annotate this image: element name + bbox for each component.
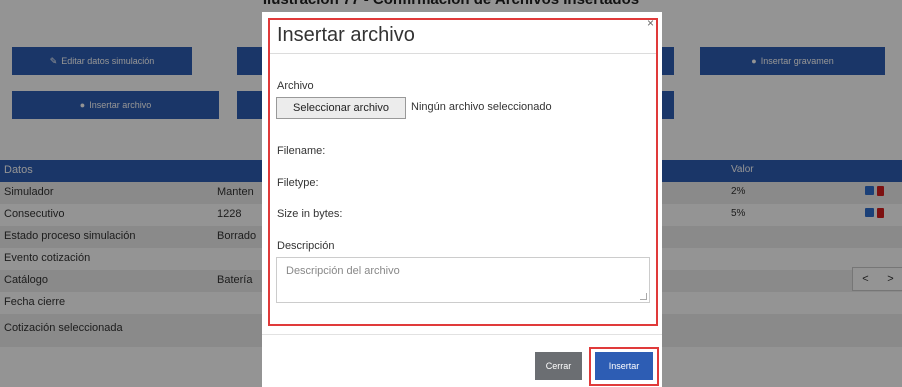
description-label: Descripción: [277, 240, 335, 252]
filetype-label: Filetype:: [277, 177, 319, 189]
file-label: Archivo: [277, 80, 314, 92]
description-placeholder: Descripción del archivo: [286, 265, 400, 277]
divider: [262, 334, 662, 335]
filename-label: Filename:: [277, 145, 326, 157]
description-textarea[interactable]: Descripción del archivo: [276, 257, 650, 303]
no-file-text: Ningún archivo seleccionado: [411, 101, 552, 113]
choose-file-button[interactable]: Seleccionar archivo: [276, 97, 406, 119]
insert-button[interactable]: Insertar: [595, 352, 653, 380]
divider: [270, 53, 656, 54]
modal-title: Insertar archivo: [277, 24, 415, 46]
resize-handle-icon[interactable]: [640, 293, 647, 300]
close-button[interactable]: Cerrar: [535, 352, 582, 380]
size-label: Size in bytes:: [277, 208, 343, 220]
